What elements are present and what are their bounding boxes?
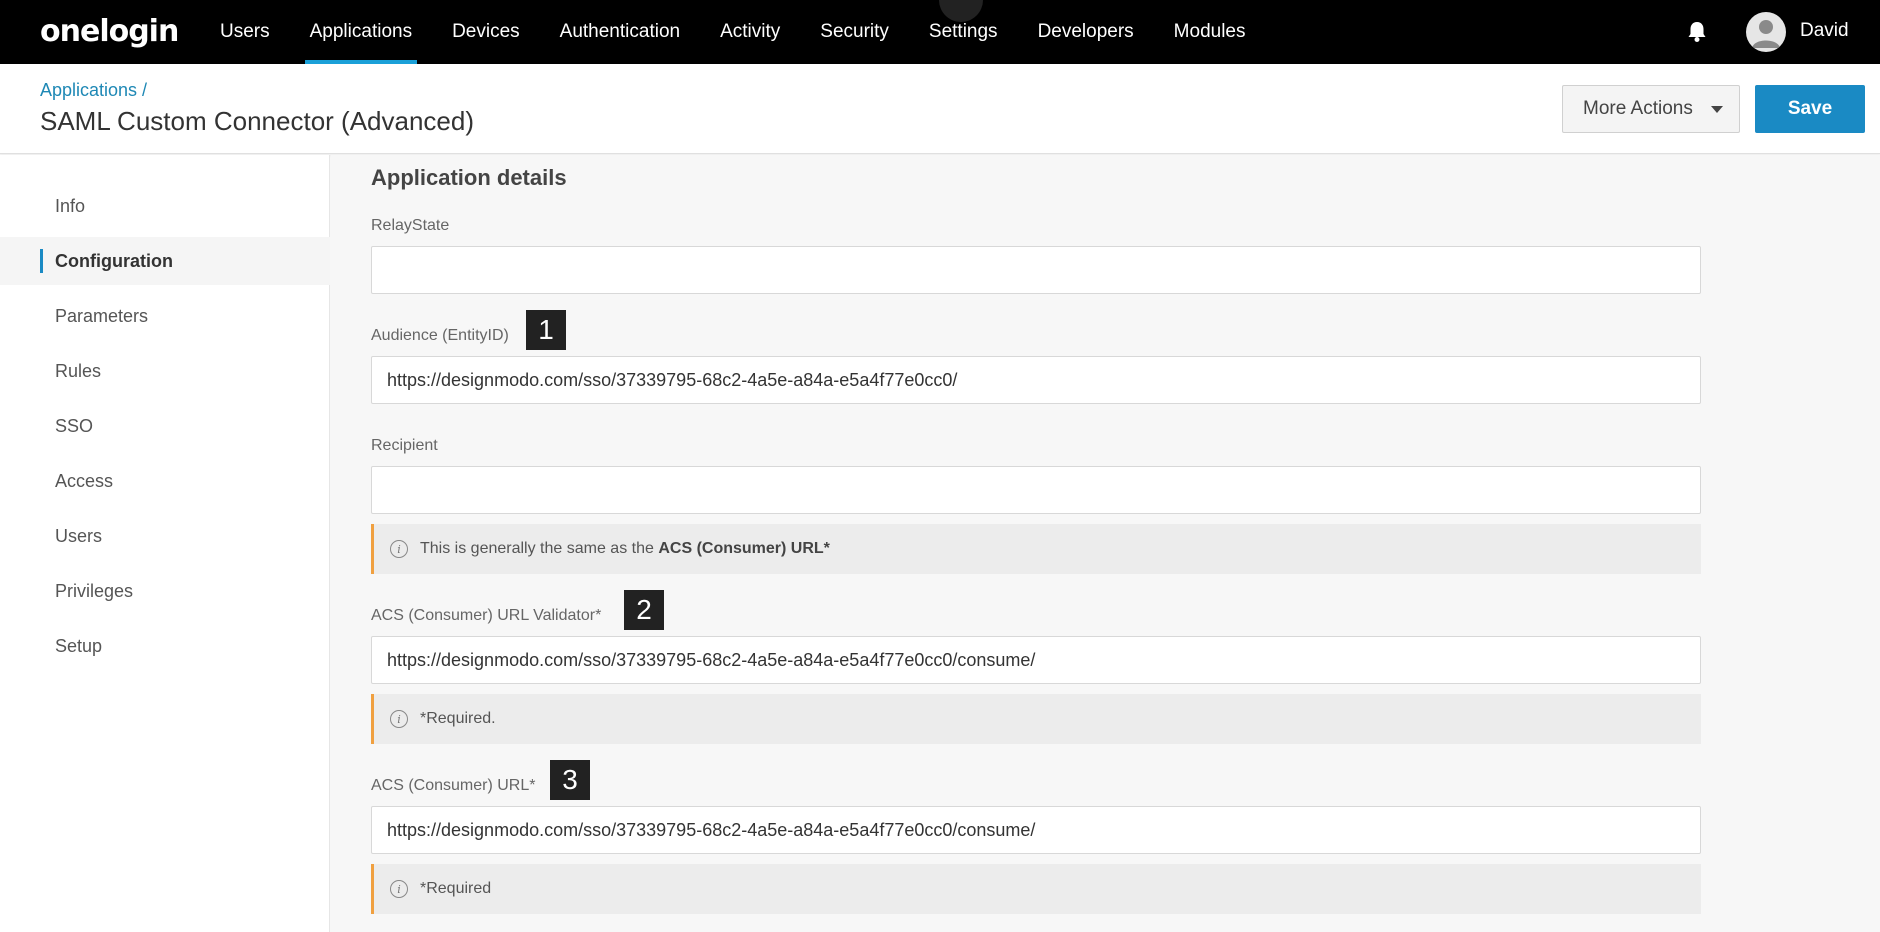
sidebar-item-rules[interactable]: Rules [0,347,330,395]
nav-item-users[interactable]: Users [200,0,290,64]
sidebar-item-privileges[interactable]: Privileges [0,567,330,615]
nav-item-settings[interactable]: Settings [909,0,1018,64]
recipient-note: i This is generally the same as the ACS … [371,524,1701,574]
nav-item-authentication[interactable]: Authentication [540,0,700,64]
top-nav: onelogin Users Applications Devices Auth… [0,0,1880,64]
sidebar-item-setup[interactable]: Setup [0,622,330,670]
user-name[interactable]: David [1800,20,1849,42]
acs-validator-note: i *Required. [371,694,1701,744]
nav-item-devices[interactable]: Devices [432,0,540,64]
acs-url-note-text: *Required [420,880,492,897]
onelogin-logo[interactable]: onelogin [40,14,179,49]
bell-icon[interactable] [1686,20,1708,44]
acs-validator-input[interactable] [371,636,1701,684]
nav-item-security[interactable]: Security [800,0,909,64]
nav-item-developers[interactable]: Developers [1018,0,1154,64]
acs-validator-label: ACS (Consumer) URL Validator* [371,607,602,624]
info-icon: i [390,880,408,898]
section-title: Application details [371,165,567,190]
nav-item-modules[interactable]: Modules [1154,0,1266,64]
annotation-badge-2: 2 [624,590,664,630]
page-header: Applications / SAML Custom Connector (Ad… [0,64,1880,154]
save-button[interactable]: Save [1755,85,1865,133]
sidebar-item-sso[interactable]: SSO [0,402,330,450]
sidebar-item-users[interactable]: Users [0,512,330,560]
recipient-input[interactable] [371,466,1701,514]
audience-input[interactable] [371,356,1701,404]
sidebar-item-info[interactable]: Info [0,182,330,230]
recipient-note-bold: ACS (Consumer) URL* [658,540,830,557]
caret-down-icon [1711,106,1723,113]
breadcrumb[interactable]: Applications / [40,80,147,101]
audience-label: Audience (EntityID) [371,327,509,344]
annotation-badge-3: 3 [550,760,590,800]
sidebar-item-parameters[interactable]: Parameters [0,292,330,340]
page-title: SAML Custom Connector (Advanced) [40,106,475,136]
relay-state-label: RelayState [371,217,450,234]
sidebar-item-access[interactable]: Access [0,457,330,505]
avatar[interactable] [1746,12,1786,52]
annotation-badge-1: 1 [526,310,566,350]
nav-items: Users Applications Devices Authenticatio… [200,0,1266,64]
info-icon: i [390,540,408,558]
recipient-note-text: This is generally the same as the [420,540,659,557]
acs-url-label: ACS (Consumer) URL* [371,777,536,794]
acs-url-note: i *Required [371,864,1701,914]
more-actions-button[interactable]: More Actions [1562,85,1740,133]
nav-item-activity[interactable]: Activity [700,0,800,64]
more-actions-label: More Actions [1583,98,1693,119]
nav-item-applications[interactable]: Applications [290,0,432,64]
acs-url-input[interactable] [371,806,1701,854]
sidebar-item-configuration[interactable]: Configuration [0,237,330,285]
relay-state-input[interactable] [371,246,1701,294]
sidebar: Info Configuration Parameters Rules SSO … [0,155,330,932]
acs-validator-note-text: *Required. [420,710,496,727]
info-icon: i [390,710,408,728]
recipient-label: Recipient [371,437,438,454]
main-content: Application details RelayState Audience … [331,155,1880,932]
